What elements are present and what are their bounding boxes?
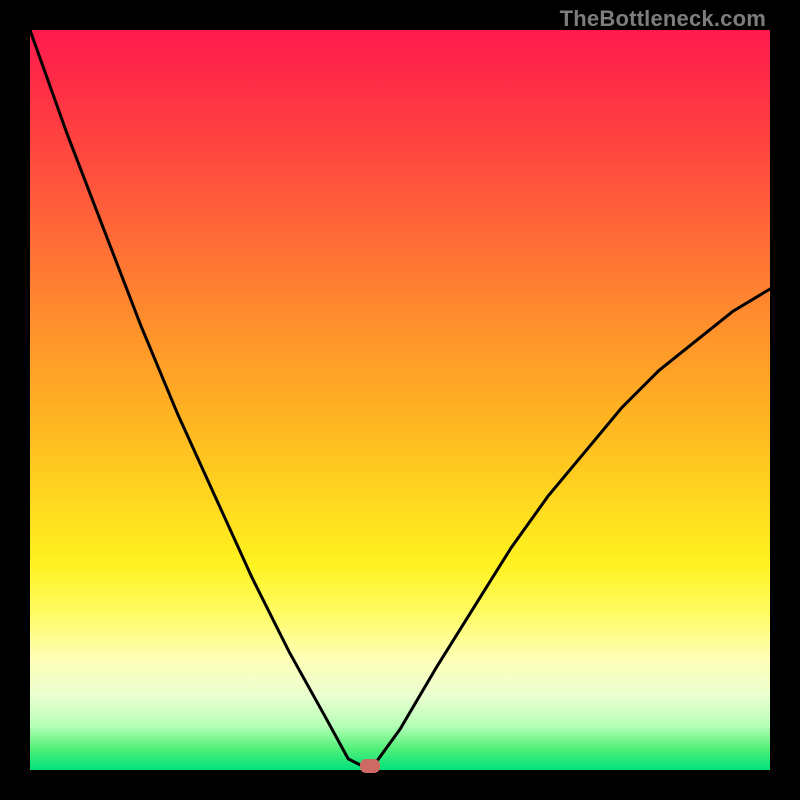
watermark-text: TheBottleneck.com: [560, 6, 766, 32]
chart-frame: TheBottleneck.com: [0, 0, 800, 800]
plot-area: [30, 30, 770, 770]
bottleneck-curve: [30, 30, 770, 770]
minimum-marker: [360, 759, 380, 773]
